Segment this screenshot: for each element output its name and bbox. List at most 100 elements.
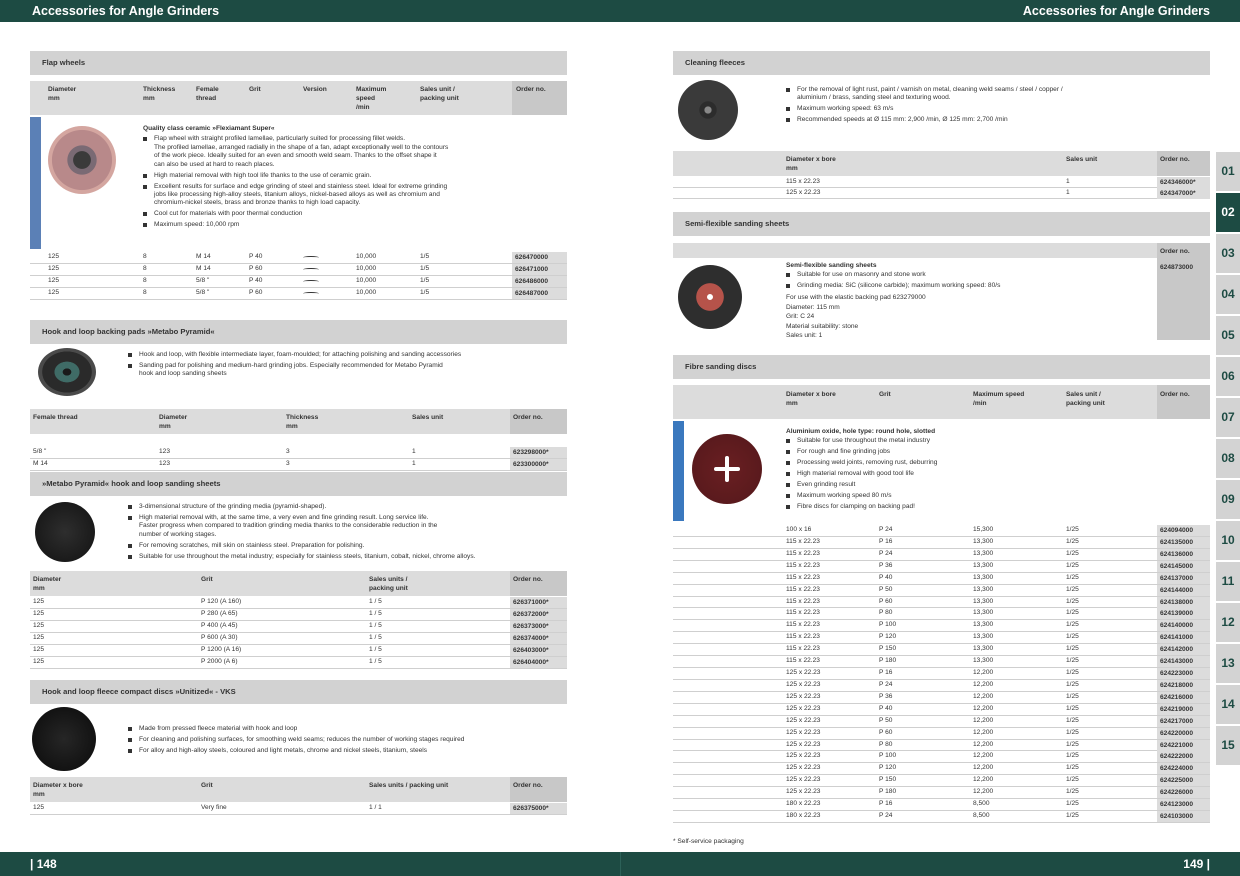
chapter-tab-09[interactable]: 09 (1216, 480, 1240, 519)
table-cell: 123 (159, 460, 171, 467)
chapter-tab-13[interactable]: 13 (1216, 644, 1240, 683)
semi-flexible-sheet-image (678, 265, 742, 329)
order-number: 624347000* (1157, 188, 1210, 199)
right-page-number: 149 | (1183, 857, 1210, 871)
row-divider (30, 620, 567, 621)
fleece-discs-bullet: For cleaning and polishing surfaces, for… (128, 736, 558, 744)
flap-wheel-image (48, 126, 116, 194)
table-cell: 125 x 22.23 (786, 740, 821, 748)
fleece-discs-col-header: Order no. (513, 782, 543, 789)
chapter-tab-01[interactable]: 01 (1216, 152, 1240, 191)
table-cell: Very fine (201, 804, 227, 811)
order-number: 626372000* (510, 609, 567, 620)
row-divider (30, 299, 567, 300)
row-divider (30, 275, 567, 276)
table-cell: 125 (33, 622, 45, 629)
table-cell: 1/25 (1066, 669, 1079, 677)
table-cell: 12,200 (973, 704, 994, 712)
table-cell: P 40 (249, 277, 263, 284)
order-number: 624346000* (1157, 177, 1210, 188)
cleaning-fleeces-col-header: Sales unit (1066, 156, 1098, 163)
row-divider (673, 547, 1210, 549)
chapter-tab-08[interactable]: 08 (1216, 439, 1240, 478)
chapter-tab-05[interactable]: 05 (1216, 316, 1240, 355)
chapter-tab-04[interactable]: 04 (1216, 275, 1240, 314)
semi-flexible-description: Semi-flexible sanding sheets Suitable fo… (786, 262, 1146, 340)
hook-pads-col-header: Diameter mm (159, 414, 188, 430)
table-cell: 1/5 (420, 253, 430, 260)
flap-wheels-col-header: Female thread (196, 86, 219, 102)
order-number: 626373000* (510, 621, 567, 632)
table-cell: 1 (412, 448, 416, 455)
order-number: 624139000 (1157, 608, 1210, 620)
order-number: 624221000 (1157, 739, 1210, 751)
cleaning-fleeces-bullet: For the removal of light rust, paint / v… (786, 86, 1186, 103)
table-cell: 3 (286, 460, 290, 467)
order-number: 624123000 (1157, 799, 1210, 811)
hook-pads-bullet: Hook and loop, with flexible intermediat… (128, 351, 548, 359)
table-cell: P 1200 (A 16) (201, 646, 242, 653)
chapter-tab-02[interactable]: 02 (1216, 193, 1240, 232)
fibre-disc-slot (714, 467, 740, 471)
row-divider (673, 786, 1210, 788)
table-cell: P 600 (A 30) (201, 634, 238, 641)
row-divider (673, 667, 1210, 669)
flap-wheels-col-header: Sales unit / packing unit (420, 86, 459, 102)
row-divider (673, 631, 1210, 633)
chapter-tab-03[interactable]: 03 (1216, 234, 1240, 273)
chapter-tab-06[interactable]: 06 (1216, 357, 1240, 396)
chapter-tab-14[interactable]: 14 (1216, 685, 1240, 724)
table-cell: 8,500 (973, 812, 990, 820)
fibre-discs-col-header: Maximum speed/min (973, 391, 1025, 407)
fibre-discs-col-header: Grit (879, 391, 891, 398)
fibre-discs-bullet: Processing weld joints, removing rust, d… (786, 459, 1146, 467)
semi-flexible-order-column (1157, 243, 1210, 340)
table-cell: 1/25 (1066, 776, 1079, 784)
pyramid-sheets-col-header: Order no. (513, 576, 543, 583)
row-divider (30, 608, 567, 609)
flap-wheels-col-header: Maximum speed/min (356, 86, 387, 111)
chapter-tab-10[interactable]: 10 (1216, 521, 1240, 560)
fleece-discs-col-header: Grit (201, 782, 213, 789)
chapter-tab-12[interactable]: 12 (1216, 603, 1240, 642)
fibre-discs-desc-title: Aluminium oxide, hole type: round hole, … (786, 428, 936, 435)
table-cell: 12,200 (973, 764, 994, 772)
table-cell: 115 x 22.23 (786, 573, 820, 581)
table-cell: 1/25 (1066, 537, 1079, 545)
semi-flexible-spec-line: Sales unit: 1 (786, 332, 823, 340)
fibre-discs-col-header: Diameter x bore mm (786, 391, 836, 407)
table-cell: 1/25 (1066, 621, 1079, 629)
table-cell: 125 x 22.23 (786, 776, 821, 784)
fibre-discs-bullet: For rough and fine grinding jobs (786, 448, 1146, 456)
table-cell: P 36 (879, 692, 893, 700)
table-cell: P 24 (879, 812, 893, 820)
chapter-tab-07[interactable]: 07 (1216, 398, 1240, 437)
chapter-tab-15[interactable]: 15 (1216, 726, 1240, 765)
table-cell: P 60 (879, 597, 893, 605)
cleaning-fleeces-bullet: Recommended speeds at Ø 115 mm: 2,900 /m… (786, 116, 1186, 124)
table-cell: 12,200 (973, 669, 994, 677)
semi-flexible-order-number: 624873000 (1160, 264, 1194, 271)
row-divider (673, 726, 1210, 728)
table-cell: 13,300 (973, 561, 994, 569)
flap-wheels-bullet: Cool cut for materials with poor thermal… (143, 210, 513, 218)
table-cell: 1 / 5 (369, 646, 382, 653)
table-cell: 125 (33, 634, 45, 641)
fibre-discs-category-bar (673, 421, 684, 521)
table-cell: 115 x 22.23 (786, 561, 820, 569)
semi-flexible-heading: Semi-flexible sanding sheets (673, 212, 1210, 236)
pyramid-sheets-heading: »Metabo Pyramid« hook and loop sanding s… (30, 472, 567, 496)
table-cell: 115 x 22.23 (786, 585, 820, 593)
table-cell: 125 (48, 277, 60, 284)
table-cell: 125 (33, 610, 45, 617)
table-cell: 5/8 " (33, 448, 47, 455)
row-divider (673, 690, 1210, 692)
table-cell: 13,300 (973, 657, 994, 665)
table-cell: P 24 (879, 549, 893, 557)
version-wheel-icon (303, 280, 319, 283)
order-number: 626486000 (512, 276, 567, 287)
table-cell: 1 / 5 (369, 658, 382, 665)
chapter-tab-11[interactable]: 11 (1216, 562, 1240, 601)
table-cell: 13,300 (973, 621, 994, 629)
order-number: 623298000* (510, 447, 567, 458)
